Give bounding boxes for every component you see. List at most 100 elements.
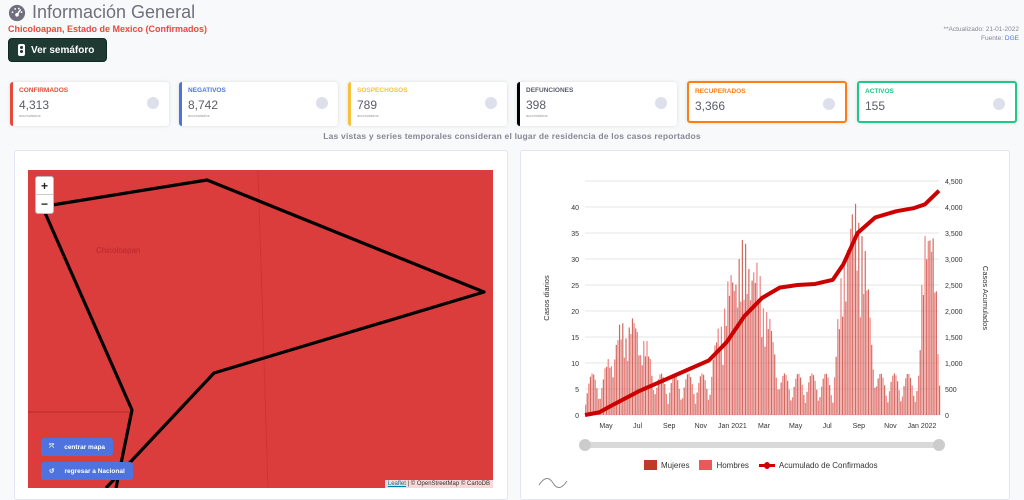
card-label: NEGATIVOS: [188, 87, 226, 94]
daily-bar: [895, 375, 897, 415]
daily-bar: [819, 397, 821, 415]
daily-bar: [762, 308, 765, 415]
legend-acumulado[interactable]: Acumulado de Confirmados: [758, 461, 878, 470]
daily-bar: [861, 236, 863, 415]
daily-bar: [877, 378, 879, 415]
map[interactable]: Chicoloapan + − ⤧ centrar mapa ↺ regresa…: [28, 170, 493, 488]
daily-bar: [667, 403, 669, 415]
daily-bar: [638, 355, 640, 415]
daily-bar: [756, 262, 758, 415]
daily-bar: [926, 259, 928, 415]
daily-bar: [769, 319, 771, 415]
daily-bar: [806, 391, 808, 415]
daily-bar: [822, 378, 824, 415]
leaflet-link[interactable]: Leaflet: [388, 481, 406, 487]
x-tick: Nov: [695, 423, 708, 430]
daily-bar: [646, 340, 648, 415]
daily-bar: [880, 373, 883, 415]
card-negativos: NEGATIVOS 8,742 acumulados: [179, 82, 338, 126]
daily-bar: [825, 373, 828, 415]
daily-bar: [913, 395, 915, 415]
daily-bar: [809, 375, 811, 415]
daily-bar: [843, 261, 845, 415]
traffic-light-icon: [18, 44, 25, 56]
daily-bar: [788, 389, 790, 415]
source-link[interactable]: DGE: [1005, 35, 1019, 42]
card-value: 155: [865, 99, 886, 113]
y-left-tick: 30: [571, 257, 579, 264]
x-tick: Jan 2022: [908, 423, 937, 430]
daily-bar: [884, 385, 886, 415]
back-to-national-button[interactable]: ↺ regresar a Nacional: [41, 462, 133, 480]
zoom-in-button[interactable]: +: [36, 177, 53, 195]
y-right-tick: 0: [945, 413, 949, 420]
daily-bar: [914, 402, 916, 415]
daily-bar: [905, 378, 907, 415]
daily-bar: [586, 393, 588, 415]
daily-bar: [864, 251, 866, 415]
y-right-tick: 500: [945, 387, 957, 394]
daily-bar: [829, 385, 831, 415]
daily-bar: [858, 222, 860, 415]
daily-bar: [930, 251, 933, 415]
card-confirmados: CONFIRMADOS 4,313 acumulados: [10, 82, 169, 126]
daily-bar: [827, 377, 829, 415]
daily-bar: [903, 386, 905, 415]
y-left-tick: 25: [571, 283, 579, 290]
x-tick: Sep: [853, 423, 866, 430]
compress-icon: ⤧: [49, 443, 55, 450]
daily-bar: [853, 235, 855, 415]
daily-bar: [921, 284, 923, 415]
daily-bar: [871, 344, 873, 415]
daily-bar: [801, 384, 803, 415]
daily-bar: [893, 373, 895, 415]
y-left-tick: 20: [571, 309, 579, 316]
cases-chart: 0 500 1,000 1,500 2,000 2,500 3,000 3,500 4,000 4…: [538, 179, 990, 488]
daily-bar: [757, 302, 760, 415]
daily-bar: [766, 312, 768, 415]
daily-bar: [850, 228, 852, 415]
daily-bar: [644, 356, 647, 415]
daily-bar: [593, 374, 595, 415]
daily-bar: [699, 376, 701, 415]
y-left-tick: 10: [571, 361, 579, 368]
daily-bar: [722, 364, 724, 415]
x-tick: Sep: [663, 423, 676, 430]
daily-bar: [924, 236, 926, 415]
daily-bar: [680, 399, 682, 415]
daily-bar: [594, 379, 596, 415]
daily-bar: [651, 375, 653, 415]
card-sublabel: acumulados: [526, 113, 548, 118]
daily-bar: [838, 329, 840, 415]
undo-icon: ↺: [49, 468, 55, 475]
daily-bar: [875, 386, 878, 415]
ver-semaforo-button[interactable]: Ver semáforo: [8, 38, 107, 62]
center-map-button[interactable]: ⤧ centrar mapa: [41, 438, 114, 456]
card-sospechosos: SOSPECHOSOS 789 acumulados: [348, 82, 507, 126]
legend-mujeres[interactable]: Mujeres: [644, 460, 689, 470]
daily-bar: [701, 373, 703, 415]
range-slider-handle-start: [579, 439, 591, 451]
daily-bar: [932, 238, 934, 415]
daily-bar: [770, 330, 773, 415]
daily-bar: [922, 294, 925, 415]
daily-bar: [633, 323, 635, 415]
daily-bar: [787, 380, 789, 415]
daily-bar: [778, 389, 781, 415]
y-right-tick: 4,000: [945, 205, 963, 212]
residence-note: Las vistas y series temporales considera…: [323, 131, 701, 141]
daily-bar: [625, 338, 627, 415]
daily-bar: [761, 337, 763, 415]
zoom-control: + −: [35, 176, 54, 214]
header: Información General Chicoloapan, Estado …: [8, 2, 207, 34]
legend-hombres[interactable]: Hombres: [699, 460, 749, 470]
zoom-out-button[interactable]: −: [36, 195, 53, 213]
daily-bar: [620, 339, 622, 415]
x-tick: Jan 2021: [718, 423, 747, 430]
daily-bar: [738, 259, 740, 415]
daily-bar: [842, 316, 844, 415]
daily-bar: [751, 280, 753, 415]
daily-bar: [927, 241, 929, 415]
daily-bar: [804, 402, 807, 415]
y-left-axis-label: Casos diarios: [542, 275, 551, 321]
